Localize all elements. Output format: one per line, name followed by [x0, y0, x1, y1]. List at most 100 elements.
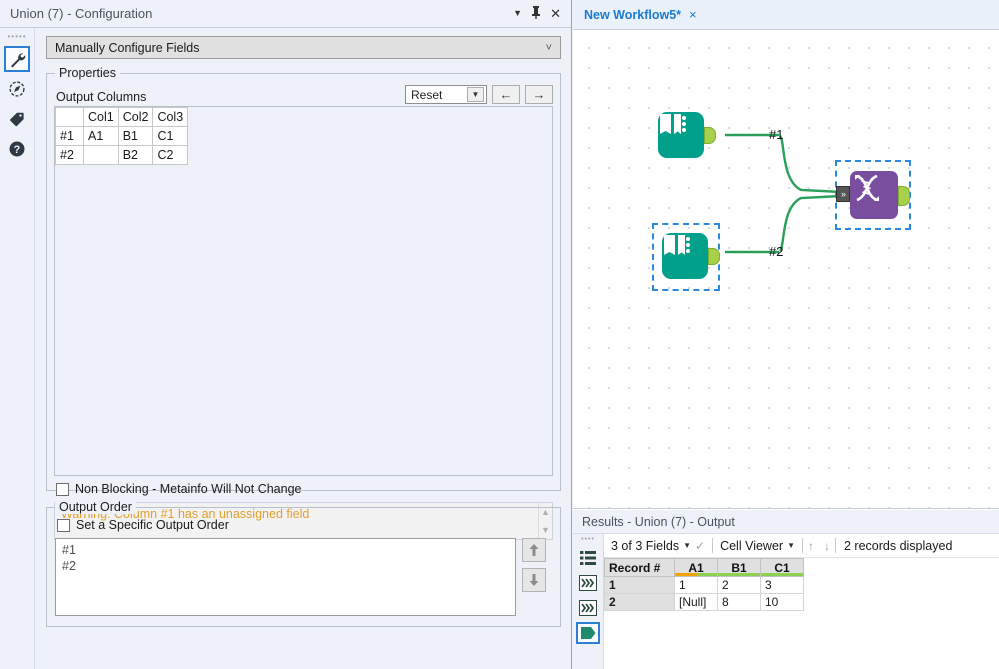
non-blocking-checkbox[interactable]: [56, 482, 69, 496]
non-blocking-label: Non Blocking - Metainfo Will Not Change: [75, 482, 302, 496]
chevron-down-icon: ▼: [787, 541, 795, 550]
dropdown-caret-icon[interactable]: ▼: [513, 9, 522, 18]
table-cell[interactable]: [83, 145, 119, 165]
input-data-tool-1[interactable]: [658, 112, 704, 158]
output-tag-icon[interactable]: [576, 622, 600, 644]
grid-filler: [803, 558, 999, 577]
union-output-anchor[interactable]: [898, 186, 910, 206]
svg-text:?: ?: [14, 144, 21, 156]
column-header[interactable]: Col3: [152, 107, 189, 127]
table-cell[interactable]: C2: [152, 145, 189, 165]
chevron-down-icon: ˅: [545, 41, 552, 54]
records-displayed-status: 2 records displayed: [844, 538, 953, 553]
results-title: Results - Union (7) - Output: [573, 510, 999, 534]
union-tool[interactable]: [850, 171, 898, 219]
reset-dropdown-value: Reset: [411, 87, 443, 102]
chevron-down-icon: ▼: [683, 541, 692, 550]
configure-mode-select[interactable]: Manually Configure Fields ˅: [46, 36, 561, 59]
cell-viewer-selector[interactable]: Cell Viewer ▼: [713, 539, 802, 553]
connection-label-2: #2: [769, 244, 784, 259]
row-label: #2: [55, 145, 84, 165]
grid-cell[interactable]: 10: [760, 593, 804, 611]
properties-toolbar: Reset ▼ ← →: [405, 85, 553, 104]
output-columns-label: Output Columns: [56, 90, 147, 104]
tab-new-workflow5[interactable]: New Workflow5* ×: [573, 0, 707, 29]
output-order-body: #1 #2: [55, 538, 552, 616]
chevrons-icon[interactable]: [576, 597, 600, 619]
scroll-down-button[interactable]: ↓: [819, 539, 835, 553]
table-row: #1 A1 B1 C1: [55, 126, 189, 146]
table-cell[interactable]: B1: [117, 126, 154, 146]
tab-close-icon[interactable]: ×: [689, 7, 697, 22]
output-anchor-1[interactable]: [704, 127, 716, 144]
properties-header: Output Columns Reset ▼ ← →: [54, 82, 553, 104]
list-icon[interactable]: [576, 547, 600, 569]
table-header-row: Col1 Col2 Col3: [55, 107, 189, 127]
input-data-tool-2[interactable]: [662, 233, 708, 279]
grid-cell[interactable]: [Null]: [674, 593, 718, 611]
configuration-icon-rail: ••••• ?: [0, 28, 35, 669]
results-grid[interactable]: Record # A1 B1 C1 1 1 2 3 2 [Null] 8 10: [604, 558, 999, 611]
cell-viewer-label: Cell Viewer: [720, 538, 784, 553]
move-down-button[interactable]: [522, 568, 546, 592]
column-header[interactable]: Col1: [83, 107, 119, 127]
output-columns-table-wrap: Col1 Col2 Col3 #1 A1 B1 C1 #2 B2 C2: [54, 106, 553, 476]
tag-icon[interactable]: [4, 106, 30, 132]
fields-selector[interactable]: 3 of 3 Fields ▼ ✓: [604, 539, 712, 553]
table-cell[interactable]: C1: [152, 126, 189, 146]
results-content: 3 of 3 Fields ▼ ✓ Cell Viewer ▼ ↑ ↓ 2 re…: [604, 534, 999, 669]
column-header-c1[interactable]: C1: [760, 558, 804, 577]
workflow-canvas[interactable]: #1 #2 »: [573, 30, 999, 509]
chevrons-icon[interactable]: [576, 572, 600, 594]
column-type-bar: [675, 573, 717, 576]
table-row[interactable]: 1 1 2 3: [604, 576, 999, 594]
grid-cell[interactable]: 8: [717, 593, 761, 611]
wrench-icon[interactable]: [4, 46, 30, 72]
grid-header-row: Record # A1 B1 C1: [604, 558, 999, 577]
properties-group: Properties Output Columns Reset ▼ ← → Co…: [46, 66, 561, 540]
set-specific-output-order-label: Set a Specific Output Order: [76, 518, 229, 532]
compass-icon[interactable]: [4, 76, 30, 102]
record-number: 2: [604, 593, 675, 611]
pin-icon[interactable]: [531, 6, 541, 21]
rail-grip[interactable]: •••••: [6, 32, 28, 42]
column-header-b1[interactable]: B1: [717, 558, 761, 577]
grid-filler: [803, 576, 999, 594]
grid-cell[interactable]: 3: [760, 576, 804, 594]
union-helix-icon: [855, 174, 879, 202]
table-cell[interactable]: B2: [117, 145, 154, 165]
move-right-button[interactable]: →: [525, 85, 553, 104]
output-anchor-2[interactable]: [708, 248, 720, 265]
grid-cell[interactable]: 1: [674, 576, 718, 594]
results-rail-grip[interactable]: ••••: [581, 536, 595, 544]
configuration-titlebar: Union (7) - Configuration ▼ ✕: [0, 0, 571, 28]
output-order-legend: Output Order: [55, 500, 136, 514]
grid-cell[interactable]: 2: [717, 576, 761, 594]
union-input-anchor[interactable]: »: [836, 186, 850, 202]
record-number: 1: [604, 576, 675, 594]
column-header-a1[interactable]: A1: [674, 558, 718, 577]
set-specific-output-order-checkbox[interactable]: [57, 518, 70, 532]
move-up-button[interactable]: [522, 538, 546, 562]
output-order-list[interactable]: #1 #2: [55, 538, 516, 616]
connection-lines: [725, 133, 842, 254]
configuration-body: Manually Configure Fields ˅ Properties O…: [35, 28, 572, 669]
list-item[interactable]: #1: [62, 542, 509, 558]
book-icon: [664, 235, 690, 255]
grid-filler: [803, 593, 999, 611]
help-icon[interactable]: ?: [4, 136, 30, 162]
list-item[interactable]: #2: [62, 558, 509, 574]
column-header[interactable]: Col2: [117, 107, 154, 127]
output-columns-table[interactable]: Col1 Col2 Col3 #1 A1 B1 C1 #2 B2 C2: [55, 107, 189, 165]
move-left-button[interactable]: ←: [492, 85, 520, 104]
scroll-up-button[interactable]: ↑: [803, 539, 819, 553]
workflow-tabbar: New Workflow5* ×: [573, 0, 999, 30]
table-cell[interactable]: A1: [83, 126, 119, 146]
output-order-buttons: [522, 538, 552, 616]
configure-mode-value: Manually Configure Fields: [55, 40, 200, 55]
chevron-down-icon: ▼: [467, 87, 484, 102]
table-row[interactable]: 2 [Null] 8 10: [604, 593, 999, 611]
results-toolbar: 3 of 3 Fields ▼ ✓ Cell Viewer ▼ ↑ ↓ 2 re…: [604, 534, 999, 558]
reset-dropdown[interactable]: Reset ▼: [405, 85, 487, 104]
close-icon[interactable]: ✕: [550, 7, 561, 20]
